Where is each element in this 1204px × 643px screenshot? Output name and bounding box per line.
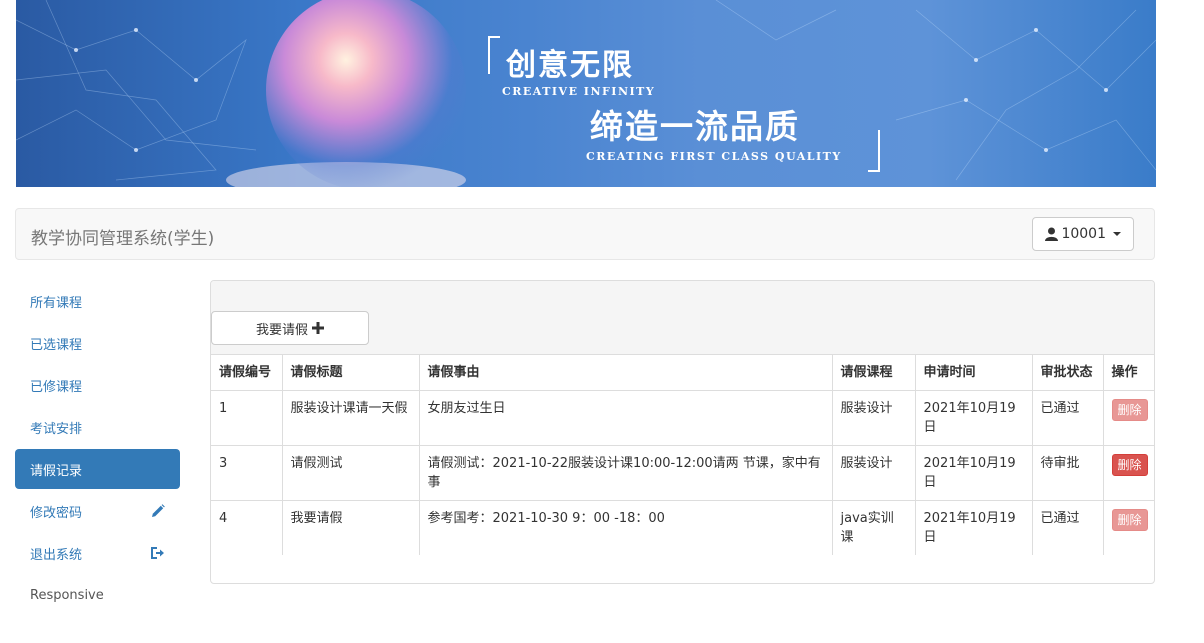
column-header-status: 审批状态 [1031, 355, 1104, 391]
cell-id: 3 [211, 445, 283, 501]
cell-action: 删除 [1102, 500, 1154, 555]
cell-action: 删除 [1102, 445, 1154, 501]
cell-time: 2021年10月19日 [914, 445, 1033, 501]
sidebar-item-responsive[interactable]: Responsive [15, 575, 180, 615]
table-header-row: 请假编号 请假标题 请假事由 请假课程 申请时间 审批状态 操作 [211, 355, 1154, 391]
add-leave-button[interactable]: 我要请假 [211, 311, 369, 345]
cell-id: 1 [211, 390, 283, 446]
delete-button[interactable]: 删除 [1111, 509, 1148, 531]
sidebar-item-selected-courses[interactable]: 已选课程 [15, 323, 180, 363]
column-header-id: 请假编号 [211, 355, 283, 391]
sidebar-item-exam-schedule[interactable]: 考试安排 [15, 407, 180, 447]
panel-heading: 我要请假 [211, 281, 1154, 355]
sidebar-item-label: 考试安排 [30, 421, 83, 437]
sidebar-item-logout[interactable]: 退出系统 [15, 533, 180, 573]
cell-course: java实训课 [831, 500, 916, 555]
banner-subtitle-en: CREATING FIRST CLASS QUALITY [586, 150, 842, 163]
cell-reason: 请假测试：2021-10-22服装设计课10:00-12:00请两 节课，家中有… [418, 445, 833, 501]
delete-button[interactable]: 删除 [1111, 399, 1148, 421]
banner-title-cn: 创意无限 [506, 48, 634, 83]
cell-status: 已通过 [1031, 390, 1104, 446]
delete-button[interactable]: 删除 [1111, 454, 1148, 476]
cell-title: 我要请假 [281, 500, 420, 555]
leave-records-panel: 我要请假 请假编号 请假标题 请假事由 请假课程 申请时间 审批状态 操作 1 … [210, 280, 1155, 584]
cell-title: 请假测试 [281, 445, 420, 501]
header-banner: 创意无限 CREATIVE INFINITY 缔造一流品质 CREATING F… [16, 0, 1156, 187]
banner-title-en: CREATIVE INFINITY [502, 85, 656, 98]
top-navbar: 教学协同管理系统(学生) 10001 [15, 208, 1155, 260]
plus-icon [312, 322, 324, 334]
sidebar-item-change-password[interactable]: 修改密码 [15, 491, 180, 531]
column-header-reason: 请假事由 [418, 355, 833, 391]
leave-records-table: 请假编号 请假标题 请假事由 请假课程 申请时间 审批状态 操作 1 服装设计课… [211, 355, 1154, 555]
banner-subtitle-cn: 缔造一流品质 [590, 107, 800, 146]
cell-status: 已通过 [1031, 500, 1104, 555]
cell-status: 待审批 [1031, 445, 1104, 501]
cell-course: 服装设计 [831, 445, 916, 501]
user-menu-button[interactable]: 10001 [1032, 217, 1134, 251]
sidebar-item-label: 修改密码 [30, 505, 83, 521]
app-brand[interactable]: 教学协同管理系统(学生) [31, 224, 214, 249]
cell-time: 2021年10月19日 [914, 500, 1033, 555]
table-row: 3 请假测试 请假测试：2021-10-22服装设计课10:00-12:00请两… [211, 445, 1154, 501]
cell-action: 删除 [1102, 390, 1154, 446]
sidebar-item-label: 退出系统 [30, 547, 83, 563]
cell-reason: 参考国考：2021-10-30 9：00 -18：00 [418, 500, 833, 555]
cell-title: 服装设计课请一天假 [281, 390, 420, 446]
column-header-action: 操作 [1102, 355, 1154, 391]
sidebar-item-label: 已修课程 [30, 379, 83, 395]
cell-course: 服装设计 [831, 390, 916, 446]
logout-icon [151, 547, 164, 559]
sidebar-item-completed-courses[interactable]: 已修课程 [15, 365, 180, 405]
sidebar-item-leave-records[interactable]: 请假记录 [15, 449, 180, 489]
sidebar-nav: 所有课程 已选课程 已修课程 考试安排 请假记录 修改密码 退出系统 Respo… [15, 281, 180, 617]
right-bracket-decoration [868, 130, 880, 172]
add-leave-label: 我要请假 [255, 322, 308, 338]
sidebar-item-label: 请假记录 [30, 463, 83, 479]
table-row: 4 我要请假 参考国考：2021-10-30 9：00 -18：00 java实… [211, 500, 1154, 555]
caret-down-icon [1113, 232, 1121, 236]
pencil-icon [152, 504, 165, 517]
sidebar-item-label: 所有课程 [30, 295, 83, 311]
globe-glow [266, 0, 466, 187]
table-row: 1 服装设计课请一天假 女朋友过生日 服装设计 2021年10月19日 已通过 … [211, 390, 1154, 446]
column-header-course: 请假课程 [831, 355, 916, 391]
column-header-time: 申请时间 [914, 355, 1033, 391]
sidebar-item-label: 已选课程 [30, 337, 83, 353]
cell-reason: 女朋友过生日 [418, 390, 833, 446]
user-id-label: 10001 [1061, 226, 1106, 242]
cell-id: 4 [211, 500, 283, 555]
sidebar-item-label: Responsive [30, 587, 104, 603]
sidebar-item-all-courses[interactable]: 所有课程 [15, 281, 180, 321]
column-header-title: 请假标题 [281, 355, 420, 391]
cell-time: 2021年10月19日 [914, 390, 1033, 446]
left-bracket-decoration [488, 36, 500, 74]
user-icon [1045, 227, 1059, 241]
